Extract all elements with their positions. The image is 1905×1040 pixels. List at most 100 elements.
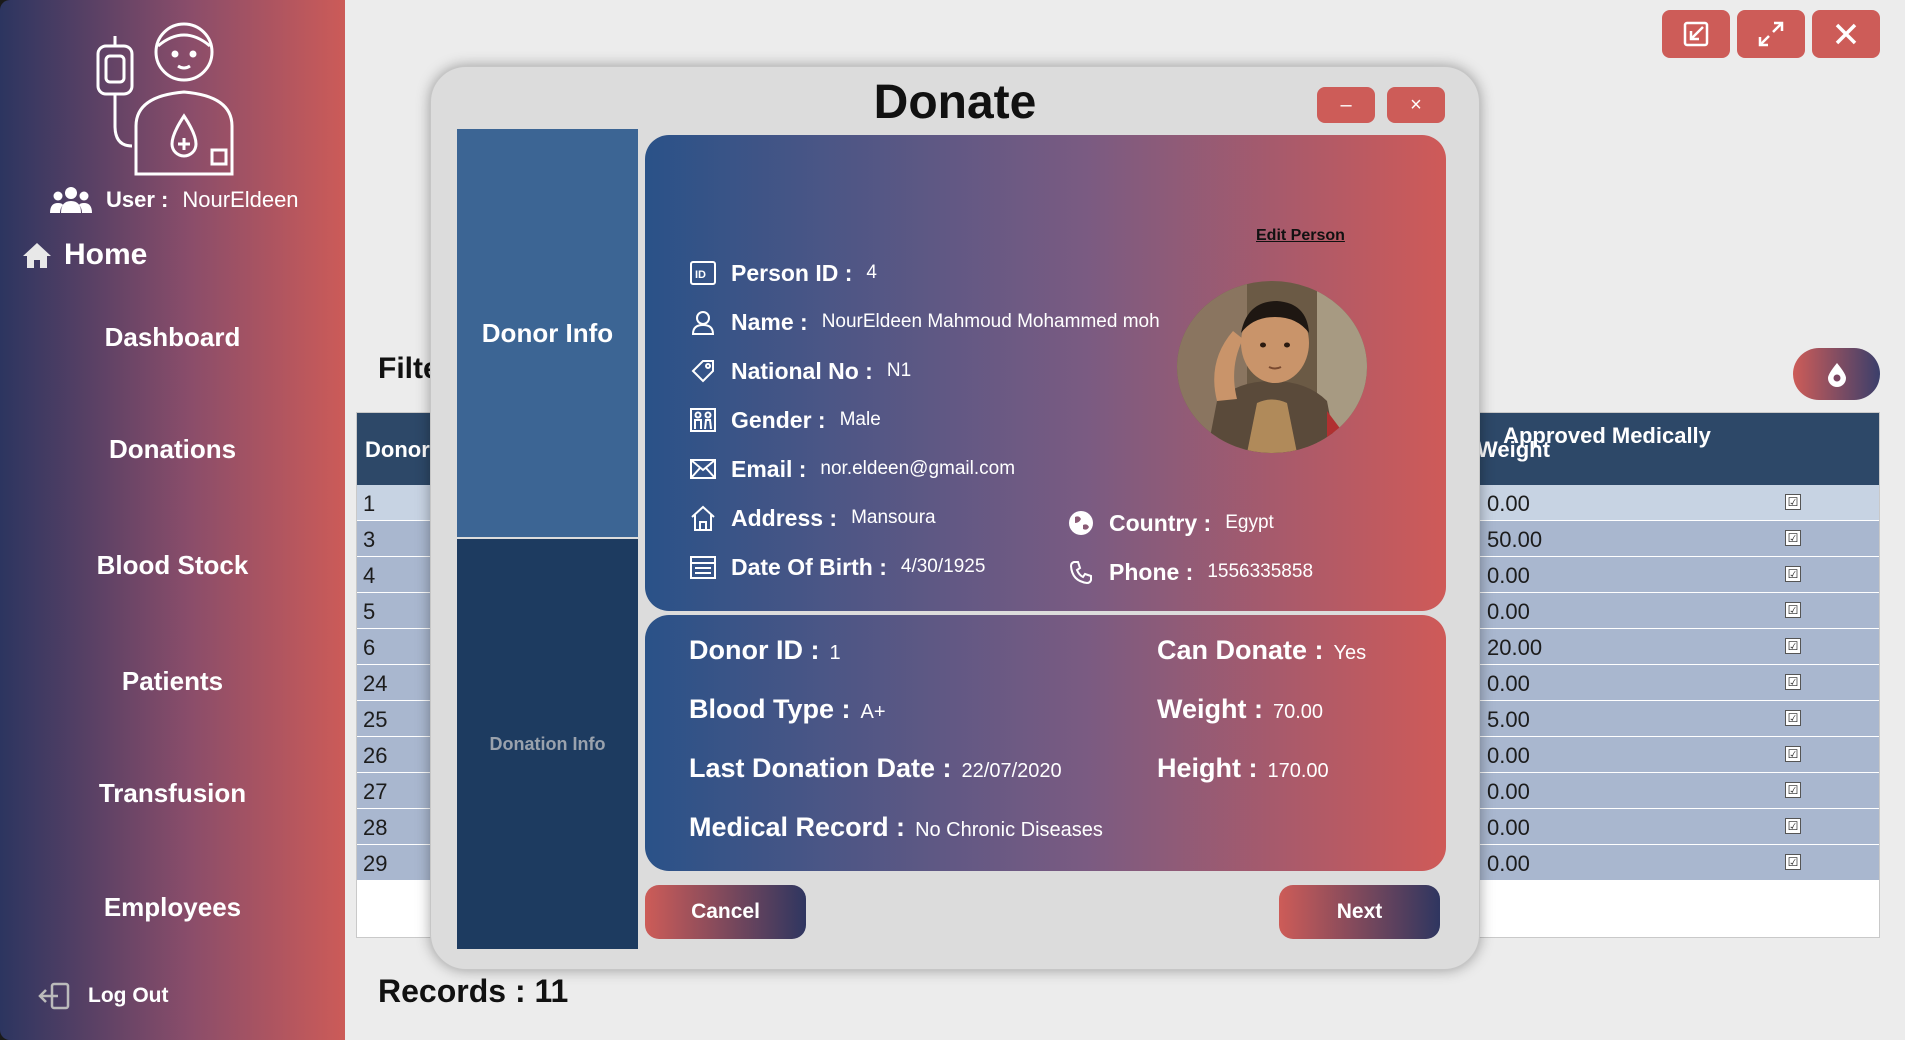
- email-label: Email :: [731, 455, 807, 482]
- sidebar-item-dashboard[interactable]: Dashboard: [0, 322, 345, 353]
- last-donation-row: Last Donation Date : 22/07/2020: [689, 753, 1062, 784]
- row-weight: 0.00: [1487, 599, 1530, 624]
- edit-person-link[interactable]: Edit Person: [1256, 227, 1345, 245]
- address-label: Address :: [731, 504, 838, 531]
- row-weight: 5.00: [1487, 707, 1530, 732]
- header-approved[interactable]: Approved Medically: [1457, 421, 1757, 451]
- tab-donation-info[interactable]: Donation Info: [457, 539, 638, 949]
- row-id: 5: [363, 599, 376, 624]
- name-value: NourEldeen Mahmoud Mohammed moh: [821, 311, 1160, 332]
- tab-donor-info[interactable]: Donor Info: [457, 129, 638, 537]
- dob-label: Date Of Birth :: [731, 553, 887, 580]
- sidebar-item-patients[interactable]: Patients: [0, 666, 345, 697]
- row-id: 6: [363, 635, 376, 660]
- approved-checkbox[interactable]: ☑: [1785, 782, 1801, 798]
- weight-row: Weight : 70.00: [1157, 694, 1323, 725]
- blood-type-label: Blood Type :: [689, 694, 851, 724]
- phone-row: Phone : 1556335858: [1067, 558, 1313, 586]
- row-id: 24: [363, 671, 388, 696]
- country-label: Country :: [1109, 509, 1212, 536]
- can-donate-label: Can Donate :: [1157, 635, 1324, 665]
- row-weight: 20.00: [1487, 635, 1543, 660]
- approved-checkbox[interactable]: ☑: [1785, 530, 1801, 546]
- row-weight: 0.00: [1487, 563, 1530, 588]
- user-name: NourEldeen: [182, 187, 299, 212]
- approved-checkbox[interactable]: ☑: [1785, 566, 1801, 582]
- row-id: 1: [363, 491, 376, 516]
- sidebar-item-blood-stock[interactable]: Blood Stock: [0, 550, 345, 581]
- row-weight: 0.00: [1487, 815, 1530, 840]
- donor-id-label: Donor ID :: [689, 635, 820, 665]
- user-label: User :: [106, 187, 169, 212]
- approved-checkbox[interactable]: ☑: [1785, 494, 1801, 510]
- approved-checkbox[interactable]: ☑: [1785, 674, 1801, 690]
- calendar-icon: [689, 553, 717, 581]
- cancel-button[interactable]: Cancel: [645, 885, 806, 939]
- dialog-minimize-button[interactable]: –: [1317, 87, 1375, 123]
- approved-checkbox[interactable]: ☑: [1785, 818, 1801, 834]
- donor-id-row: Donor ID : 1: [689, 635, 841, 666]
- approved-checkbox[interactable]: ☑: [1785, 602, 1801, 618]
- donor-id-value: 1: [829, 642, 841, 664]
- user-icon: [689, 308, 717, 336]
- phone-value: 1556335858: [1207, 561, 1314, 582]
- user-info: User : NourEldeen: [50, 186, 299, 214]
- approved-checkbox[interactable]: ☑: [1785, 746, 1801, 762]
- sidebar-item-transfusion[interactable]: Transfusion: [0, 778, 345, 809]
- address-row: Address : Mansoura: [689, 504, 936, 532]
- donate-dialog: Donate – × Donor Info Donation Info Edit…: [430, 66, 1480, 970]
- dialog-close-button[interactable]: ×: [1387, 87, 1445, 123]
- row-id: 26: [363, 743, 388, 768]
- maximize-window-button[interactable]: [1737, 10, 1805, 58]
- row-id: 4: [363, 563, 376, 588]
- donor-info-card: Donor ID : 1 Blood Type : A+ Last Donati…: [645, 615, 1446, 871]
- email-icon: [689, 455, 717, 483]
- header-donor[interactable]: Donor: [365, 437, 430, 463]
- row-weight: 0.00: [1487, 491, 1530, 516]
- address-value: Mansoura: [851, 507, 936, 528]
- national-no-value: N1: [886, 360, 912, 381]
- approved-checkbox[interactable]: ☑: [1785, 854, 1801, 870]
- approved-checkbox[interactable]: ☑: [1785, 638, 1801, 654]
- globe-icon: [1067, 509, 1095, 537]
- email-row: Email : nor.eldeen@gmail.com: [689, 455, 1015, 483]
- restore-window-button[interactable]: [1662, 10, 1730, 58]
- blood-type-row: Blood Type : A+: [689, 694, 886, 725]
- donate-button[interactable]: [1793, 348, 1880, 400]
- logout-button[interactable]: Log Out: [38, 982, 168, 1010]
- tag-icon: [689, 357, 717, 385]
- sidebar-item-donations[interactable]: Donations: [0, 434, 345, 465]
- gender-label: Gender :: [731, 406, 826, 433]
- row-id: 3: [363, 527, 376, 552]
- name-label: Name :: [731, 308, 808, 335]
- height-row: Height : 170.00: [1157, 753, 1329, 784]
- phone-label: Phone :: [1109, 558, 1194, 585]
- logout-label: Log Out: [88, 984, 169, 1007]
- row-id: 27: [363, 779, 388, 804]
- height-label: Height :: [1157, 753, 1258, 783]
- height-value: 170.00: [1267, 760, 1329, 782]
- expand-icon: [1758, 21, 1784, 47]
- approved-checkbox[interactable]: ☑: [1785, 710, 1801, 726]
- records-count: Records : 11: [378, 973, 569, 1009]
- person-id-row: ID Person ID : 4: [689, 259, 877, 287]
- row-weight: 0.00: [1487, 743, 1530, 768]
- close-window-button[interactable]: [1812, 10, 1880, 58]
- person-id-value: 4: [866, 262, 877, 283]
- weight-value: 70.00: [1272, 701, 1324, 723]
- row-id: 29: [363, 851, 388, 876]
- blood-type-value: A+: [860, 701, 886, 723]
- row-weight: 50.00: [1487, 527, 1543, 552]
- sidebar-item-employees[interactable]: Employees: [0, 892, 345, 923]
- national-no-label: National No :: [731, 357, 873, 384]
- users-icon: [50, 187, 92, 213]
- next-button[interactable]: Next: [1279, 885, 1440, 939]
- row-weight: 0.00: [1487, 671, 1530, 696]
- home-link[interactable]: Home: [22, 238, 147, 272]
- blood-drop-icon: [1827, 363, 1846, 387]
- email-value: nor.eldeen@gmail.com: [820, 458, 1016, 479]
- can-donate-value: Yes: [1333, 642, 1367, 664]
- gender-value: Male: [839, 409, 881, 430]
- name-row: Name : NourEldeen Mahmoud Mohammed moh: [689, 308, 1160, 336]
- home-label: Home: [64, 238, 148, 271]
